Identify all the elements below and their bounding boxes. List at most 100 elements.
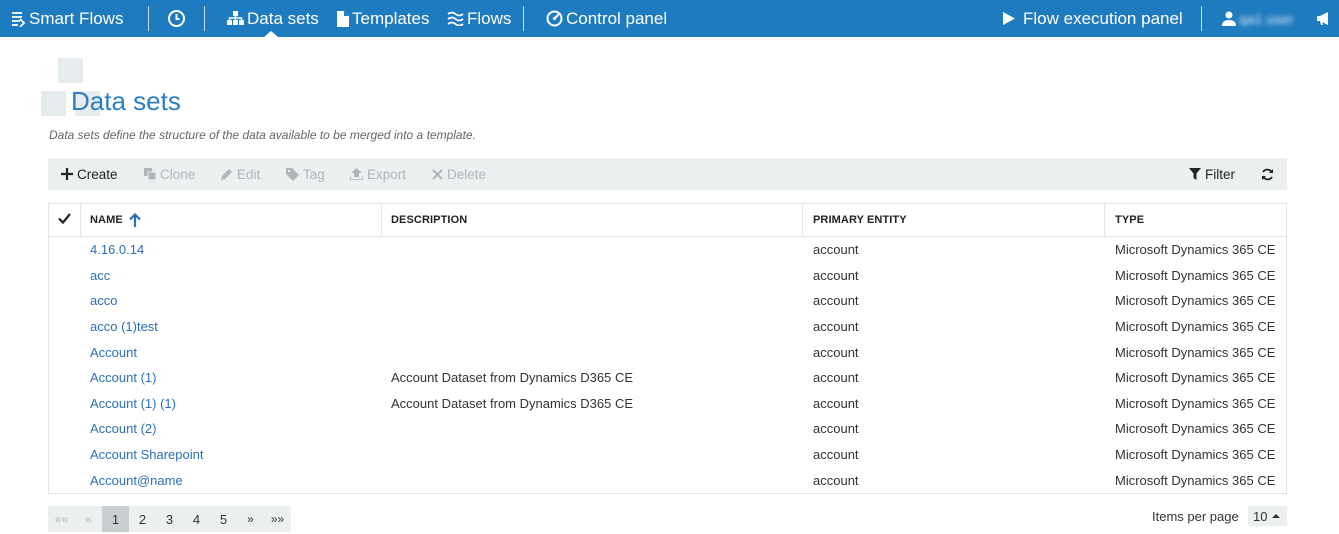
refresh-button[interactable] bbox=[1261, 158, 1278, 190]
column-divider bbox=[1104, 204, 1105, 236]
cell-name[interactable]: acco bbox=[90, 288, 117, 314]
nav-divider bbox=[204, 6, 205, 31]
column-divider bbox=[802, 204, 803, 236]
header-decoration-square bbox=[41, 91, 66, 116]
cell-name[interactable]: Account Sharepoint bbox=[90, 442, 203, 468]
file-icon bbox=[336, 10, 349, 27]
items-per-page-label: Items per page bbox=[1152, 509, 1239, 524]
page-title: Data sets bbox=[71, 86, 181, 116]
cell-name[interactable]: Account (1) (1) bbox=[90, 391, 176, 417]
column-header-primary-entity[interactable]: PRIMARY ENTITY bbox=[813, 204, 907, 236]
column-header-name[interactable]: NAME bbox=[90, 204, 141, 236]
next-page-button[interactable]: » bbox=[237, 506, 264, 532]
announcements-button[interactable] bbox=[1316, 0, 1335, 37]
table-row[interactable]: Account@name account Microsoft Dynamics … bbox=[49, 467, 1286, 493]
nav-item-flows[interactable]: Flows bbox=[447, 0, 511, 37]
previous-page-button[interactable]: « bbox=[75, 506, 102, 532]
cell-type: Microsoft Dynamics 365 CE bbox=[1115, 395, 1276, 411]
check-icon bbox=[58, 213, 71, 227]
cell-type: Microsoft Dynamics 365 CE bbox=[1115, 242, 1276, 258]
column-header-label: NAME bbox=[90, 214, 123, 226]
table-row[interactable]: Account (1) (1) Account Dataset from Dyn… bbox=[49, 391, 1286, 417]
table-row[interactable]: Account Sharepoint account Microsoft Dyn… bbox=[49, 442, 1286, 468]
action-toolbar: Create Clone Edit Tag Export Delete Filt… bbox=[48, 158, 1287, 190]
column-divider bbox=[80, 204, 81, 236]
brand-link[interactable]: Smart Flows bbox=[10, 0, 123, 37]
page-button[interactable]: 5 bbox=[210, 506, 237, 532]
cell-name[interactable]: acc bbox=[90, 263, 110, 289]
select-all-checkbox[interactable] bbox=[58, 204, 71, 236]
cell-name[interactable]: 4.16.0.14 bbox=[90, 237, 144, 263]
nav-item-templates[interactable]: Templates bbox=[336, 0, 429, 37]
flow-execution-panel-link[interactable]: Flow execution panel bbox=[1003, 0, 1183, 37]
gauge-icon bbox=[546, 10, 563, 27]
page-button[interactable]: 4 bbox=[183, 506, 210, 532]
nav-item-control-panel[interactable]: Control panel bbox=[546, 0, 667, 37]
funnel-icon bbox=[1189, 168, 1201, 180]
nav-item-label: Control panel bbox=[566, 8, 668, 28]
create-button[interactable]: Create bbox=[61, 158, 118, 190]
first-page-button[interactable]: «« bbox=[48, 506, 75, 532]
waves-icon bbox=[447, 11, 464, 26]
copy-icon bbox=[144, 168, 156, 180]
clock-icon bbox=[167, 9, 186, 28]
nav-divider bbox=[523, 6, 524, 31]
export-icon bbox=[350, 168, 363, 180]
page-button[interactable]: 3 bbox=[156, 506, 183, 532]
user-name: qa1 user bbox=[1239, 10, 1294, 27]
history-button[interactable] bbox=[167, 0, 189, 37]
export-button[interactable]: Export bbox=[350, 158, 406, 190]
cell-primary-entity: account bbox=[813, 395, 859, 411]
cell-type: Microsoft Dynamics 365 CE bbox=[1115, 447, 1276, 463]
table-row[interactable]: acco (1)test account Microsoft Dynamics … bbox=[49, 314, 1286, 340]
nav-item-label: Templates bbox=[352, 8, 430, 28]
delete-label: Delete bbox=[447, 166, 487, 182]
top-navigation-bar: Smart Flows Data sets Templates Flows Co… bbox=[0, 0, 1339, 37]
edit-button[interactable]: Edit bbox=[221, 158, 260, 190]
cell-name[interactable]: Account (1) bbox=[90, 365, 156, 391]
cell-description: Account Dataset from Dynamics D365 CE bbox=[391, 370, 634, 386]
table-row[interactable]: Account (2) account Microsoft Dynamics 3… bbox=[49, 416, 1286, 442]
page-button[interactable]: 1 bbox=[102, 506, 129, 532]
filter-button[interactable]: Filter bbox=[1189, 158, 1235, 190]
brand-label: Smart Flows bbox=[29, 8, 124, 28]
edit-label: Edit bbox=[237, 166, 261, 182]
column-header-type[interactable]: TYPE bbox=[1115, 204, 1144, 236]
user-menu[interactable]: qa1 user bbox=[1222, 0, 1293, 37]
cell-primary-entity: account bbox=[813, 319, 859, 335]
cell-type: Microsoft Dynamics 365 CE bbox=[1115, 293, 1276, 309]
cell-type: Microsoft Dynamics 365 CE bbox=[1115, 267, 1276, 283]
items-per-page-select[interactable]: 10 bbox=[1248, 506, 1287, 526]
create-label: Create bbox=[77, 166, 118, 182]
cell-primary-entity: account bbox=[813, 472, 859, 488]
page-button[interactable]: 2 bbox=[129, 506, 156, 532]
cell-name[interactable]: Account (2) bbox=[90, 416, 156, 442]
close-icon bbox=[432, 168, 443, 180]
column-header-description[interactable]: DESCRIPTION bbox=[391, 204, 467, 236]
cell-type: Microsoft Dynamics 365 CE bbox=[1115, 319, 1276, 335]
cell-type: Microsoft Dynamics 365 CE bbox=[1115, 344, 1276, 360]
delete-button[interactable]: Delete bbox=[432, 158, 486, 190]
table-header: NAME DESCRIPTION PRIMARY ENTITY TYPE bbox=[49, 204, 1286, 237]
table-row[interactable]: acco account Microsoft Dynamics 365 CE bbox=[49, 288, 1286, 314]
last-page-button[interactable]: »» bbox=[264, 506, 291, 532]
cell-primary-entity: account bbox=[813, 421, 859, 437]
nav-item-label: Flows bbox=[467, 8, 512, 28]
tag-button[interactable]: Tag bbox=[286, 158, 325, 190]
cell-name[interactable]: Account@name bbox=[90, 467, 183, 493]
active-nav-indicator bbox=[264, 31, 278, 37]
flow-execution-panel-label: Flow execution panel bbox=[1023, 8, 1183, 28]
nav-divider bbox=[1201, 6, 1202, 31]
table-row[interactable]: Account (1) Account Dataset from Dynamic… bbox=[49, 365, 1286, 391]
table-row[interactable]: Account account Microsoft Dynamics 365 C… bbox=[49, 339, 1286, 365]
sitemap-icon bbox=[227, 11, 244, 26]
cell-name[interactable]: acco (1)test bbox=[90, 314, 158, 340]
play-icon bbox=[1003, 12, 1015, 25]
cell-name[interactable]: Account bbox=[90, 339, 137, 365]
clone-button[interactable]: Clone bbox=[144, 158, 195, 190]
table-row[interactable]: acc account Microsoft Dynamics 365 CE bbox=[49, 263, 1286, 289]
nav-divider bbox=[148, 6, 149, 31]
user-icon bbox=[1222, 11, 1236, 26]
table-row[interactable]: 4.16.0.14 account Microsoft Dynamics 365… bbox=[49, 237, 1286, 263]
megaphone-icon bbox=[1316, 11, 1332, 26]
